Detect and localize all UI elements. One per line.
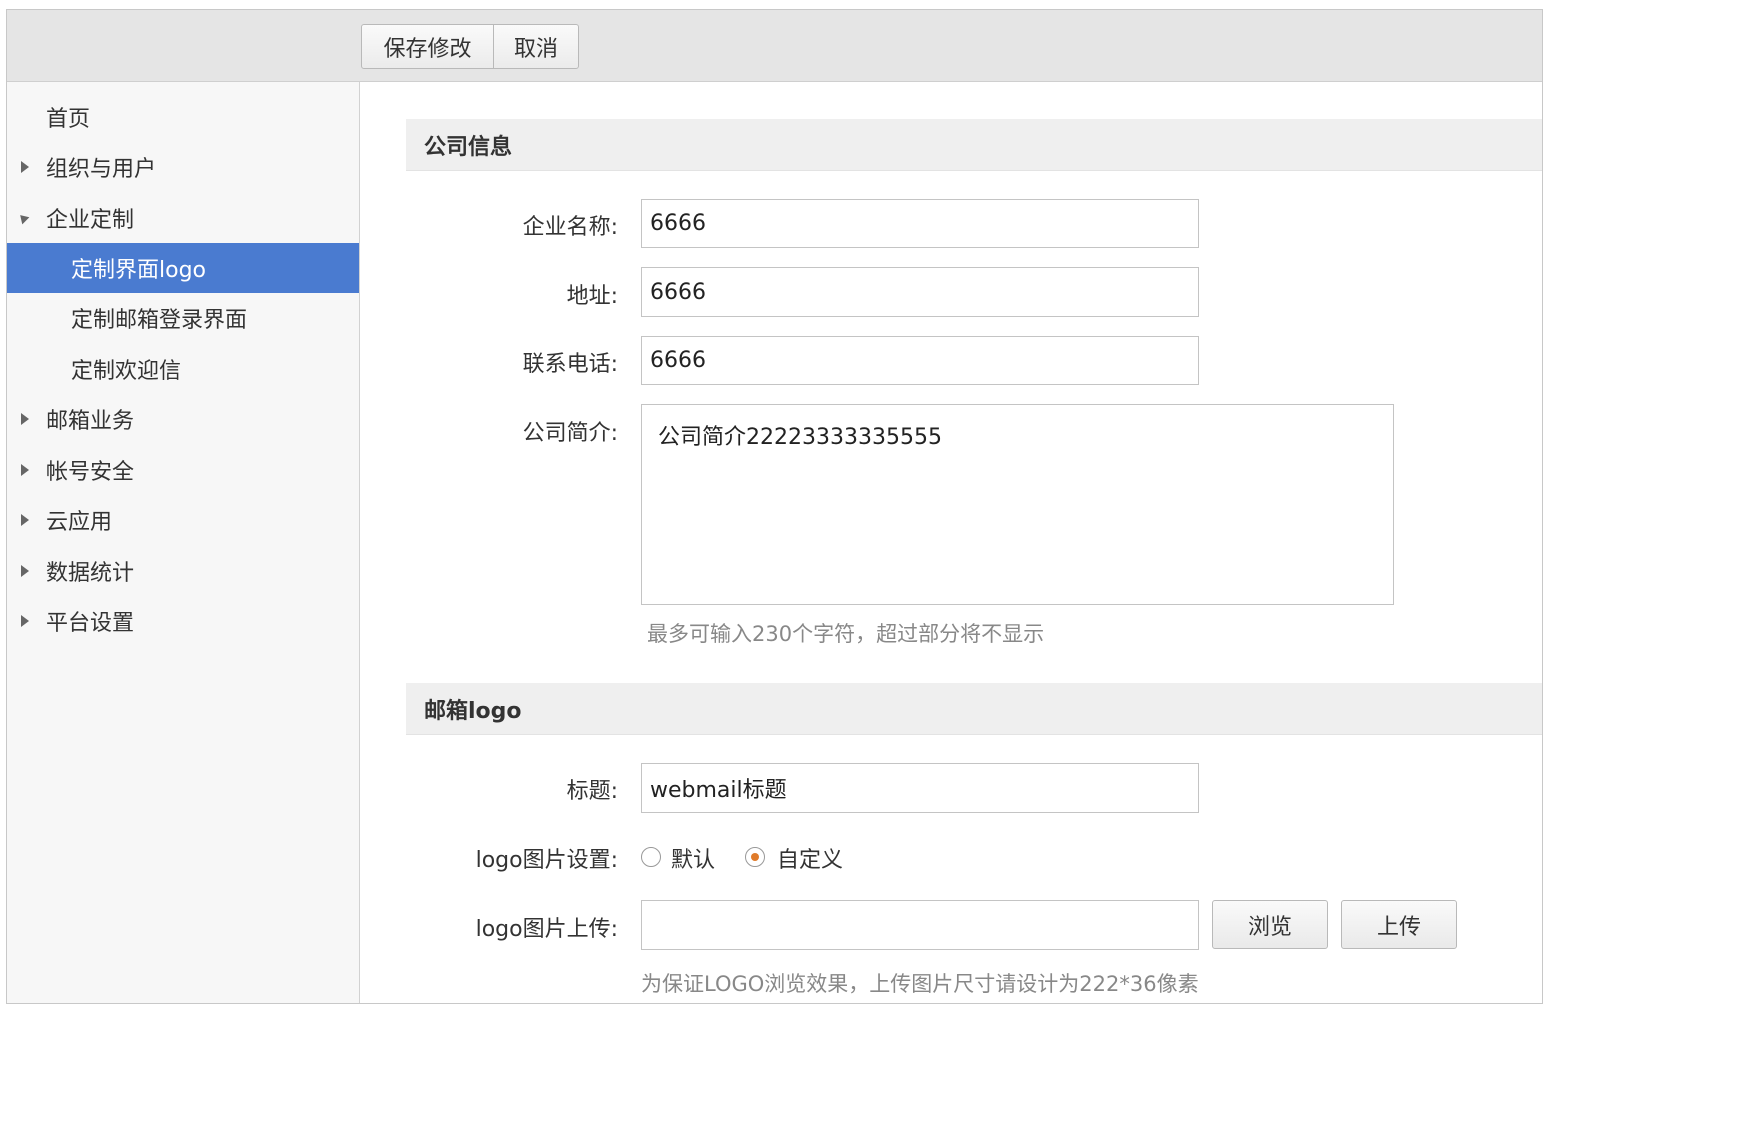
expand-arrow-icon — [21, 565, 29, 577]
logo-upload-label: logo图片上传: — [475, 917, 618, 942]
default-radio[interactable] — [641, 847, 661, 867]
expand-arrow-icon — [21, 615, 29, 627]
sidebar-item-label: 首页 — [46, 107, 91, 132]
title-input[interactable]: webmail标题 — [641, 763, 1199, 813]
sidebar-item-account-security[interactable]: 帐号安全 — [7, 445, 359, 495]
title-label: 标题: — [566, 779, 618, 804]
sidebar-item-label: 数据统计 — [46, 561, 135, 586]
custom-radio-label: 自定义 — [777, 848, 844, 873]
sidebar-item-label: 企业定制 — [46, 208, 135, 233]
company-intro-textarea[interactable]: 公司简介22223333335555 — [641, 404, 1394, 605]
sidebar-item-label: 帐号安全 — [46, 460, 135, 485]
sidebar-item-label: 定制界面logo — [71, 258, 206, 283]
phone-label: 联系电话: — [522, 352, 618, 377]
mail-logo-header: 邮箱logo — [406, 683, 1542, 735]
default-radio-label: 默认 — [671, 848, 716, 873]
expand-arrow-icon — [21, 464, 29, 476]
sidebar-item-org-users[interactable]: 组织与用户 — [7, 142, 359, 192]
collapse-arrow-icon — [16, 211, 30, 225]
upload-hint: 为保证LOGO浏览效果，上传图片尺寸请设计为222*36像素 — [641, 972, 1199, 996]
address-input[interactable]: 6666 — [641, 267, 1199, 317]
intro-hint: 最多可输入230个字符，超过部分将不显示 — [647, 622, 1045, 646]
sidebar-item-label: 定制欢迎信 — [71, 359, 182, 384]
sidebar-item-platform-settings[interactable]: 平台设置 — [7, 596, 359, 646]
sidebar-item-cloud-apps[interactable]: 云应用 — [7, 495, 359, 545]
sidebar-item-mail-business[interactable]: 邮箱业务 — [7, 394, 359, 444]
sidebar-item-label: 邮箱业务 — [46, 409, 135, 434]
phone-input[interactable]: 6666 — [641, 336, 1199, 385]
company-name-input[interactable]: 6666 — [641, 199, 1199, 248]
sidebar-item-label: 云应用 — [46, 510, 113, 535]
cancel-button[interactable]: 取消 — [493, 24, 579, 69]
sidebar-item-custom-welcome[interactable]: 定制欢迎信 — [7, 344, 359, 394]
expand-arrow-icon — [21, 413, 29, 425]
sidebar-item-custom-login[interactable]: 定制邮箱登录界面 — [7, 293, 359, 343]
sidebar-item-enterprise-custom[interactable]: 企业定制 — [7, 193, 359, 243]
logo-file-input[interactable] — [641, 900, 1199, 950]
upload-button[interactable]: 上传 — [1341, 900, 1457, 949]
sidebar: 首页 组织与用户 企业定制 定制界面logo 定制邮箱登录界面 定制欢迎信 邮箱… — [7, 82, 360, 1003]
sidebar-item-label: 组织与用户 — [46, 157, 157, 182]
toolbar: 保存修改 取消 — [7, 10, 1542, 82]
save-button[interactable]: 保存修改 — [361, 24, 494, 69]
company-intro-label: 公司简介: — [522, 421, 618, 446]
app-window: 保存修改 取消 首页 组织与用户 企业定制 定制界面logo 定制邮箱登录界面 … — [6, 9, 1543, 1004]
section-title: 邮箱logo — [424, 698, 522, 724]
expand-arrow-icon — [21, 161, 29, 173]
sidebar-item-statistics[interactable]: 数据统计 — [7, 546, 359, 596]
logo-image-setting-label: logo图片设置: — [475, 848, 618, 873]
browse-button[interactable]: 浏览 — [1212, 900, 1328, 949]
company-info-header: 公司信息 — [406, 119, 1542, 171]
custom-radio[interactable] — [745, 847, 765, 867]
section-title: 公司信息 — [424, 134, 513, 160]
sidebar-item-home[interactable]: 首页 — [7, 92, 359, 142]
address-label: 地址: — [566, 284, 618, 309]
sidebar-item-label: 平台设置 — [46, 611, 135, 636]
sidebar-item-label: 定制邮箱登录界面 — [71, 308, 248, 333]
sidebar-item-custom-logo[interactable]: 定制界面logo — [7, 243, 359, 293]
expand-arrow-icon — [21, 514, 29, 526]
main-content: 公司信息 企业名称: 6666 地址: 6666 联系电话: 6666 公司简介… — [360, 82, 1542, 1003]
company-name-label: 企业名称: — [522, 215, 618, 240]
